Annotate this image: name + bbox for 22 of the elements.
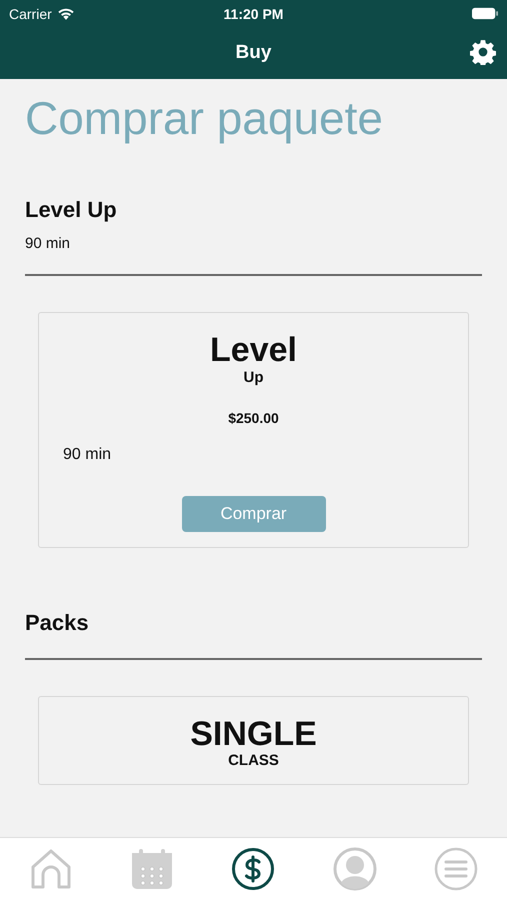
profile-icon[interactable] bbox=[332, 847, 377, 891]
section-title: Level Up bbox=[25, 197, 118, 223]
buy-button[interactable]: Comprar bbox=[182, 496, 326, 532]
nav-title: Buy bbox=[236, 42, 272, 64]
package-price: $250.00 bbox=[228, 410, 279, 426]
package-name: SINGLE bbox=[190, 716, 317, 752]
package-subname: Up bbox=[244, 368, 264, 386]
carrier-name: Carrier bbox=[9, 6, 52, 22]
page-heading: Comprar paquete bbox=[25, 91, 384, 145]
package-duration: 90 min bbox=[63, 446, 112, 464]
package-name: Level bbox=[210, 333, 297, 369]
wifi-icon bbox=[56, 6, 75, 20]
package-subname: CLASS bbox=[228, 752, 279, 770]
clock-time: 11:20 PM bbox=[224, 6, 284, 22]
calendar-icon[interactable] bbox=[130, 847, 174, 891]
dollar-icon[interactable] bbox=[231, 847, 276, 891]
battery-icon bbox=[471, 7, 499, 20]
settings-icon[interactable] bbox=[470, 39, 496, 65]
section-subtitle: 90 min bbox=[25, 235, 72, 252]
section-title: Packs bbox=[25, 610, 90, 636]
home-icon[interactable] bbox=[28, 847, 73, 891]
menu-icon[interactable] bbox=[434, 847, 478, 891]
